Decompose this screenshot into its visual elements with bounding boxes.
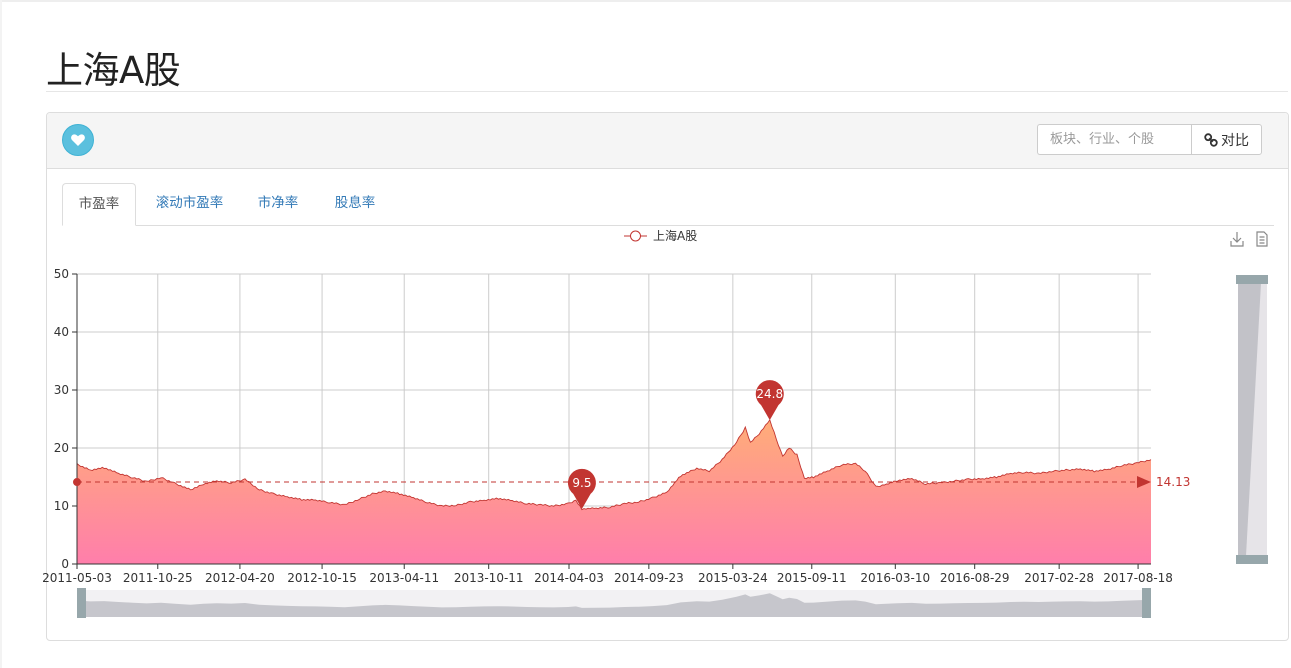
legend-circle-icon bbox=[630, 230, 641, 242]
y-tick-label: 40 bbox=[54, 325, 69, 339]
mark-point-label: 9.5 bbox=[572, 476, 591, 490]
series-area bbox=[77, 419, 1151, 564]
mark-point-label: 24.8 bbox=[756, 387, 783, 401]
mark-point-max: 24.8 bbox=[755, 380, 784, 421]
legend-item[interactable]: 上海A股 bbox=[624, 228, 697, 243]
zoom-handle-right[interactable] bbox=[1142, 588, 1151, 618]
average-line-start bbox=[73, 478, 81, 487]
y-tick-label: 30 bbox=[54, 383, 69, 397]
zoom-handle-left[interactable] bbox=[77, 588, 86, 618]
average-line-label: 14.13 bbox=[1156, 475, 1190, 489]
x-tick-label: 2015-09-11 bbox=[777, 571, 847, 585]
pe-chart: 0 10 20 30 40 50 2011-05-03 2011-10-25 2012-04-2… bbox=[42, 228, 1268, 618]
legend-label: 上海A股 bbox=[653, 228, 697, 243]
x-tick-label: 2017-08-18 bbox=[1103, 571, 1173, 585]
x-tick-label: 2011-10-25 bbox=[123, 571, 193, 585]
x-tick-label: 2015-03-24 bbox=[698, 571, 768, 585]
download-icon[interactable] bbox=[1230, 232, 1244, 247]
x-tick-label: 2014-09-23 bbox=[614, 571, 684, 585]
data-view-icon[interactable] bbox=[1256, 231, 1268, 247]
x-tick-label: 2013-10-11 bbox=[454, 571, 524, 585]
y-tick-label: 20 bbox=[54, 441, 69, 455]
x-tick-label: 2016-03-10 bbox=[860, 571, 930, 585]
x-tick-label: 2012-10-15 bbox=[287, 571, 357, 585]
x-tick-label: 2012-04-20 bbox=[205, 571, 275, 585]
x-tick-label: 2017-02-28 bbox=[1024, 571, 1094, 585]
y-tick-label: 10 bbox=[54, 499, 69, 513]
x-tick-label: 2011-05-03 bbox=[42, 571, 112, 585]
vertical-zoom-handle-bottom[interactable] bbox=[1236, 555, 1268, 564]
x-tick-label: 2013-04-11 bbox=[369, 571, 439, 585]
x-tick-label: 2016-08-29 bbox=[940, 571, 1010, 585]
vertical-zoom-handle-top[interactable] bbox=[1236, 275, 1268, 284]
y-tick-label: 50 bbox=[54, 267, 69, 281]
x-tick-label: 2014-04-03 bbox=[534, 571, 604, 585]
y-tick-label: 0 bbox=[61, 557, 69, 571]
